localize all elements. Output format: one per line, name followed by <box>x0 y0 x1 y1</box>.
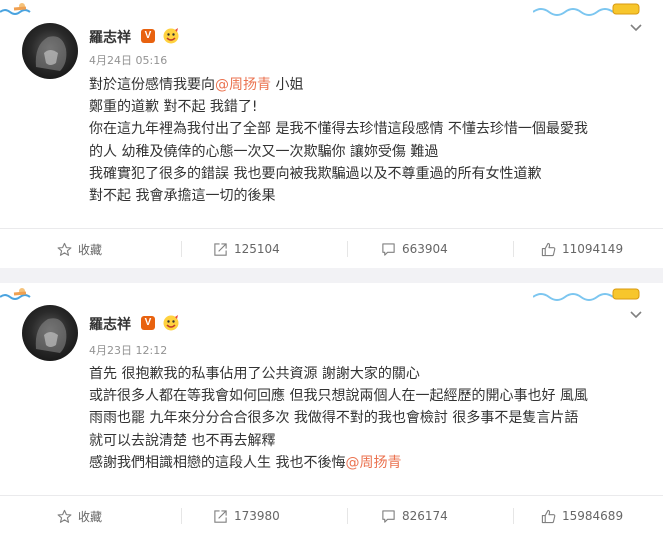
comment-button[interactable]: 826174 <box>381 496 448 535</box>
like-count: 15984689 <box>562 509 624 523</box>
weibo-post-2: 羅志祥 V 4月23日 12:12 首先 很抱歉我的私事佔用了公共資源 謝謝大家… <box>0 283 663 535</box>
divider <box>181 241 182 257</box>
content-line: 對不起 我會承擔這一切的後果 <box>89 188 276 205</box>
thumbs-up-icon <box>541 242 556 256</box>
divider <box>513 508 514 524</box>
like-button[interactable]: 11094149 <box>541 229 623 269</box>
content-line: 鄭重的道歉 對不起 我錯了! <box>89 99 258 116</box>
verified-badge: V <box>141 29 155 43</box>
thumbs-up-icon <box>541 509 556 523</box>
comment-button[interactable]: 663904 <box>381 229 448 269</box>
divider <box>347 241 348 257</box>
divider <box>181 508 182 524</box>
feed-separator <box>0 268 663 283</box>
surfboard-wave-decoration-icon <box>533 3 640 16</box>
action-bar: 收藏 125104 663904 11094149 <box>0 228 663 268</box>
star-outline-icon <box>57 509 72 523</box>
chevron-down-icon[interactable] <box>629 23 643 33</box>
swimmer-decoration-icon <box>0 3 31 15</box>
repost-button[interactable]: 173980 <box>213 496 280 535</box>
content-line: 就可以去說清楚 也不再去解釋 <box>89 432 276 449</box>
comment-bubble-icon <box>382 509 395 523</box>
comment-count: 663904 <box>402 242 448 256</box>
content-line: 我確實犯了很多的錯誤 我也要向被我欺騙過以及不尊重過的所有女性道歉 <box>89 165 542 182</box>
content-line: 你在這九年裡為我付出了全部 是我不懂得去珍惜這段感情 不懂去珍惜一個最愛我 <box>89 121 588 138</box>
favorite-button[interactable]: 收藏 <box>57 229 102 269</box>
author-name[interactable]: 羅志祥 <box>89 314 131 334</box>
author-name[interactable]: 羅志祥 <box>89 27 131 47</box>
repost-count: 173980 <box>234 509 280 523</box>
swimmer-decoration-icon <box>0 288 31 300</box>
content-line: 感謝我們相識相戀的這段人生 我也不後悔@周扬青 <box>89 454 402 471</box>
mention-link[interactable]: @周扬青 <box>215 77 271 93</box>
content-line: 首先 很抱歉我的私事佔用了公共資源 謝謝大家的關心 <box>89 366 420 382</box>
membership-emoji-icon <box>163 315 179 331</box>
author-avatar[interactable] <box>22 305 78 361</box>
content-line: 的人 幼稚及僥倖的心態一次又一次欺騙你 讓妳受傷 難過 <box>89 143 439 160</box>
post-content: 首先 很抱歉我的私事佔用了公共資源 謝謝大家的關心 或許很多人都在等我會如何回應… <box>89 363 649 474</box>
content-line: 或許很多人都在等我會如何回應 但我只想說兩個人在一起經歷的開心事也好 風風 <box>89 388 588 405</box>
comment-bubble-icon <box>382 242 395 256</box>
weibo-post-1: 羅志祥 V 4月24日 05:16 對於這份感情我要向@周扬青 小姐 鄭重的道歉… <box>0 0 663 268</box>
like-button[interactable]: 15984689 <box>541 496 623 535</box>
author-avatar[interactable] <box>22 23 78 79</box>
like-count: 11094149 <box>562 242 624 256</box>
star-outline-icon <box>57 242 72 256</box>
share-arrow-icon <box>214 509 227 523</box>
divider <box>513 241 514 257</box>
chevron-down-icon[interactable] <box>629 310 643 320</box>
post-time[interactable]: 4月23日 12:12 <box>89 342 167 358</box>
repost-button[interactable]: 125104 <box>213 229 280 269</box>
post-content: 對於這份感情我要向@周扬青 小姐 鄭重的道歉 對不起 我錯了! 你在這九年裡為我… <box>89 74 649 207</box>
content-line: 對於這份感情我要向@周扬青 小姐 <box>89 77 304 93</box>
favorite-button[interactable]: 收藏 <box>57 496 102 535</box>
post-time[interactable]: 4月24日 05:16 <box>89 52 167 68</box>
favorite-label: 收藏 <box>78 509 103 524</box>
verified-badge: V <box>141 316 155 330</box>
favorite-label: 收藏 <box>78 242 103 257</box>
repost-count: 125104 <box>234 242 280 256</box>
surfboard-wave-decoration-icon <box>533 288 640 301</box>
action-bar: 收藏 173980 826174 15984689 <box>0 495 663 535</box>
share-arrow-icon <box>214 242 227 256</box>
content-line: 雨雨也罷 九年來分分合合很多次 我做得不對的我也會檢討 很多事不是隻言片語 <box>89 410 579 427</box>
comment-count: 826174 <box>402 509 448 523</box>
mention-link[interactable]: @周扬青 <box>345 455 401 471</box>
divider <box>347 508 348 524</box>
membership-emoji-icon <box>163 28 179 44</box>
